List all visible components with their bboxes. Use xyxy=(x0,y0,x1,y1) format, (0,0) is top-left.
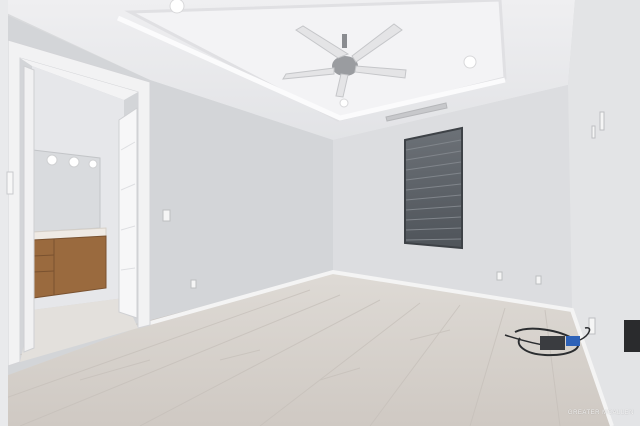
light-switch xyxy=(599,111,605,131)
wall-thermostat xyxy=(6,171,14,195)
light-switch xyxy=(162,209,171,222)
door-jamb xyxy=(0,0,8,426)
wall-outlet xyxy=(496,271,503,281)
room-illustration xyxy=(0,0,640,426)
recessed-light xyxy=(463,55,477,69)
wall-outlet xyxy=(190,279,197,289)
barn-door xyxy=(118,107,138,319)
window-blinds xyxy=(404,126,463,250)
recessed-light xyxy=(169,0,185,14)
wall-outlet xyxy=(535,275,542,285)
light-switch xyxy=(591,125,596,139)
room-photo: GREATER MCALLEN xyxy=(0,0,640,426)
wall-mount-bracket xyxy=(624,320,640,352)
watermark-text: GREATER MCALLEN xyxy=(567,410,634,416)
recessed-light xyxy=(339,98,349,108)
vanity-cabinet xyxy=(32,235,107,299)
open-door xyxy=(23,65,35,353)
